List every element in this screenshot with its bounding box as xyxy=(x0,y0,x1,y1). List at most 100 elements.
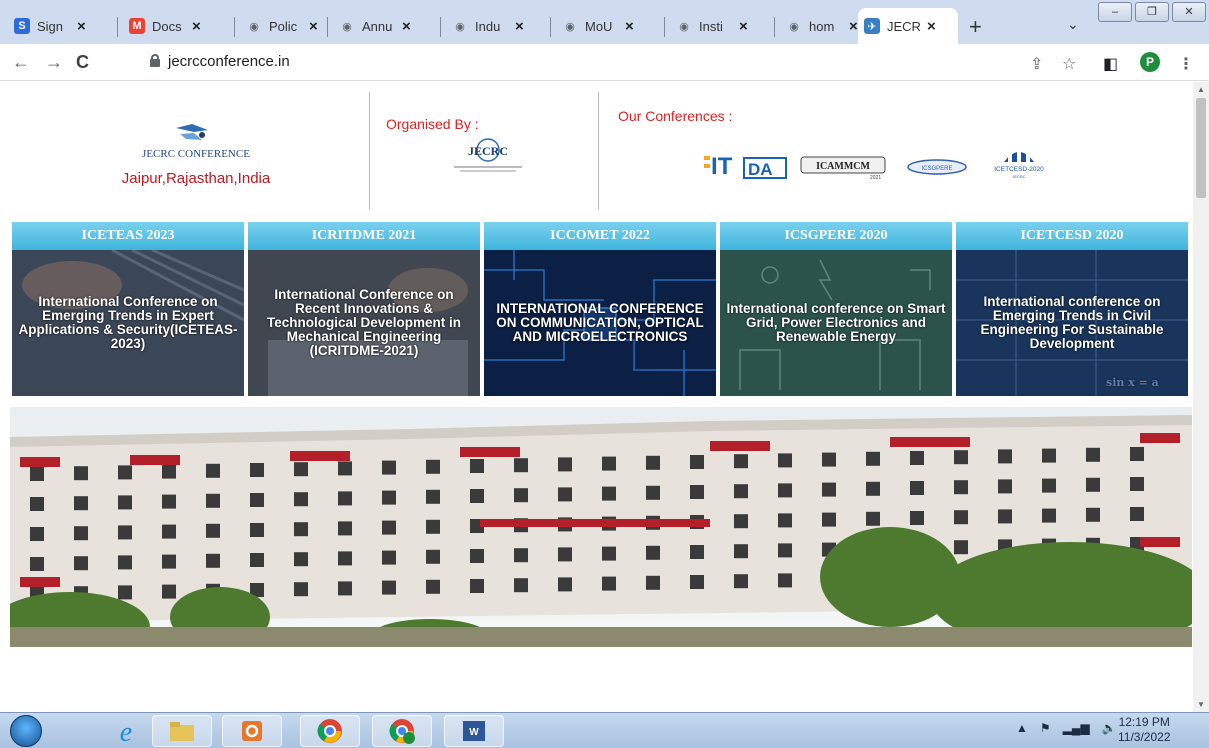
taskbar-clock[interactable]: 12:19 PM 11/3/2022 xyxy=(1118,715,1171,745)
divider xyxy=(598,92,599,210)
word-icon[interactable]: W xyxy=(444,715,504,747)
tab-close-icon[interactable]: × xyxy=(515,18,524,35)
close-window-button[interactable]: ✕ xyxy=(1172,2,1206,22)
building-window xyxy=(954,510,968,525)
browser-tab[interactable]: ◉ MoU × xyxy=(556,8,652,44)
back-arrow-icon[interactable]: ← xyxy=(12,52,30,73)
bookmark-star-icon[interactable]: ☆ xyxy=(1062,54,1076,74)
gmail-icon: M xyxy=(129,18,145,34)
tab-close-icon[interactable]: × xyxy=(309,18,318,35)
brand-block[interactable]: JECRC CONFERENCE Jaipur,Rajasthan,India xyxy=(24,92,368,210)
browser-tab[interactable]: ◉ Annu × xyxy=(333,8,429,44)
org-logo-text: JECRC xyxy=(468,144,508,158)
building-window xyxy=(1042,478,1056,493)
tab-title: Sign xyxy=(37,18,64,34)
share-icon[interactable]: ⇪ xyxy=(1030,54,1043,74)
outlook-icon[interactable] xyxy=(222,715,282,747)
browser-tab[interactable]: ◉ Polic × xyxy=(240,8,336,44)
svg-text:DA: DA xyxy=(748,160,773,179)
building-window xyxy=(910,511,924,525)
conference-card-icetcesd[interactable]: ICETCESD 2020 sin x = a International co… xyxy=(956,222,1188,396)
start-button[interactable] xyxy=(10,715,42,747)
tab-close-icon[interactable]: × xyxy=(192,18,201,35)
tab-separator xyxy=(117,17,118,37)
card-body[interactable]: International conference on Smart Grid, … xyxy=(720,250,952,396)
card-title[interactable]: ICSGPERE 2020 xyxy=(720,222,952,250)
address-bar[interactable]: jecrcconference.in xyxy=(140,49,1010,76)
building-window xyxy=(1086,507,1100,522)
conference-card-icritdme[interactable]: ICRITDME 2021 International Conference o… xyxy=(248,222,480,396)
url-text[interactable]: jecrcconference.in xyxy=(168,53,290,70)
card-title[interactable]: ICCOMET 2022 xyxy=(484,222,716,250)
scroll-down-arrow-icon[interactable]: ▼ xyxy=(1197,700,1205,709)
browser-tab[interactable]: ✈ JECR × xyxy=(858,8,958,44)
card-title[interactable]: ICETEAS 2023 xyxy=(12,222,244,250)
lock-icon[interactable] xyxy=(150,54,160,67)
building-window xyxy=(558,577,572,592)
icetcesd-logo[interactable]: ICETCESD-2020 JECRC xyxy=(984,140,1054,180)
scroll-thumb[interactable] xyxy=(1196,98,1206,198)
building-window xyxy=(602,456,616,471)
card-body[interactable]: International Conference on Recent Innov… xyxy=(248,250,480,396)
tab-close-icon[interactable]: × xyxy=(77,18,86,35)
action-center-flag-icon[interactable]: ⚑ xyxy=(1040,721,1051,735)
building-window xyxy=(118,495,132,510)
network-signal-icon[interactable]: ▂▄▆ xyxy=(1063,721,1090,735)
profile-avatar[interactable]: P xyxy=(1140,52,1160,72)
card-body[interactable]: INTERNATIONAL CONFERENCE ON COMMUNICATIO… xyxy=(484,250,716,396)
building-window xyxy=(30,497,44,511)
building-window xyxy=(514,548,528,563)
side-panel-icon[interactable]: ◧ xyxy=(1103,54,1118,74)
tab-close-icon[interactable]: × xyxy=(625,18,634,35)
chrome-profile-icon[interactable] xyxy=(372,715,432,747)
conference-card-iccomet[interactable]: ICCOMET 2022 INTERNATIONAL CONFERENCE ON… xyxy=(484,222,716,396)
svg-text:ICETCESD-2020: ICETCESD-2020 xyxy=(994,166,1044,173)
page-scrollbar[interactable]: ▲ ▼ xyxy=(1193,82,1209,712)
volume-icon[interactable]: 🔈 xyxy=(1102,721,1117,735)
scroll-up-arrow-icon[interactable]: ▲ xyxy=(1197,85,1205,94)
jecrc-org-logo[interactable]: JECRC xyxy=(444,136,532,176)
new-tab-button[interactable]: + xyxy=(969,14,982,40)
building-window xyxy=(30,467,44,481)
browser-tab[interactable]: ◉ Insti × xyxy=(670,8,766,44)
building-window xyxy=(294,492,308,507)
internet-explorer-icon[interactable]: e xyxy=(96,715,156,747)
tab-close-icon[interactable]: × xyxy=(849,18,858,35)
svg-text:IT: IT xyxy=(711,153,733,180)
tray-expand-icon[interactable]: ▲ xyxy=(1016,721,1028,735)
reload-icon[interactable]: C xyxy=(76,52,89,73)
browser-tab[interactable]: S Sign × xyxy=(8,8,104,44)
svg-text:ICAMMCM: ICAMMCM xyxy=(816,161,870,172)
card-body[interactable]: International Conference on Emerging Tre… xyxy=(12,250,244,396)
card-title[interactable]: ICETCESD 2020 xyxy=(956,222,1188,250)
building-window xyxy=(382,580,396,595)
minimize-button[interactable]: – xyxy=(1098,2,1132,22)
icsgpere-logo[interactable]: ICSGPERE xyxy=(906,158,968,176)
building-window xyxy=(1130,447,1144,461)
icammcm-logo[interactable]: ICAMMCM 2021 xyxy=(800,154,886,180)
browser-tab[interactable]: ◉ Indu × xyxy=(446,8,542,44)
card-title[interactable]: ICRITDME 2021 xyxy=(248,222,480,250)
browser-tab[interactable]: M Docs × xyxy=(123,8,219,44)
file-explorer-icon[interactable] xyxy=(152,715,212,747)
icitda-logo[interactable]: IT DA xyxy=(704,150,794,182)
forward-arrow-icon[interactable]: → xyxy=(45,52,63,73)
tab-close-icon[interactable]: × xyxy=(739,18,748,35)
building-window xyxy=(1086,447,1100,462)
tab-search-icon[interactable]: ⌄ xyxy=(1067,16,1079,33)
tab-separator xyxy=(664,17,665,37)
tab-close-icon[interactable]: × xyxy=(402,18,411,35)
building-window xyxy=(74,526,88,541)
building-window xyxy=(382,460,396,475)
card-body[interactable]: sin x = a International conference on Em… xyxy=(956,250,1188,396)
site-header: JECRC CONFERENCE Jaipur,Rajasthan,India … xyxy=(24,92,1192,210)
building-window xyxy=(30,557,44,571)
building-window xyxy=(382,520,396,535)
chrome-icon[interactable] xyxy=(300,715,360,747)
menu-kebab-icon[interactable]: ⋮ xyxy=(1178,54,1194,74)
conference-card-icsgpere[interactable]: ICSGPERE 2020 International conference o… xyxy=(720,222,952,396)
maximize-button[interactable]: ❐ xyxy=(1135,2,1169,22)
conference-card-iceteas[interactable]: ICETEAS 2023 International Conference on… xyxy=(12,222,244,396)
building-window xyxy=(162,524,176,539)
tab-close-icon[interactable]: × xyxy=(927,18,936,35)
